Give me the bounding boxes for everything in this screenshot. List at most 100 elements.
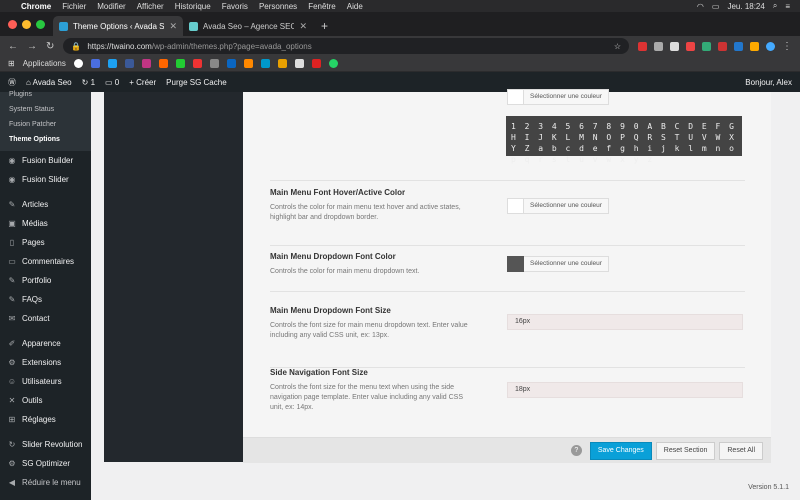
- save-changes-button[interactable]: Save Changes: [589, 441, 652, 460]
- extension-icon[interactable]: [670, 41, 679, 51]
- extension-icon[interactable]: [638, 41, 647, 51]
- menu-chrome[interactable]: Chrome: [21, 2, 51, 11]
- extension-icon[interactable]: [718, 41, 727, 51]
- search-icon[interactable]: ⌕: [773, 1, 777, 11]
- sidebar-item-slider-revolution[interactable]: ↻ Slider Revolution: [0, 435, 91, 454]
- menu-favoris[interactable]: Favoris: [222, 2, 248, 11]
- site-name: Avada Seo: [32, 77, 72, 87]
- pin-icon: ✎: [8, 295, 16, 304]
- wordpress-logo-icon[interactable]: Ⓦ: [8, 77, 16, 88]
- sidebar-item-portfolio[interactable]: ✎ Portfolio: [0, 271, 91, 290]
- bookmark-icon[interactable]: [107, 59, 117, 68]
- sidebar-item-utilisateurs[interactable]: ☺ Utilisateurs: [0, 372, 91, 391]
- reset-section-button[interactable]: Reset Section: [655, 441, 716, 460]
- menu-afficher[interactable]: Afficher: [137, 2, 164, 11]
- close-tab-icon[interactable]: ✕: [299, 21, 307, 32]
- new-content-link[interactable]: + Créer: [129, 78, 156, 87]
- bookmark-linkedin-icon[interactable]: [226, 59, 236, 68]
- bookmark-icon[interactable]: [158, 59, 168, 68]
- bookmark-icon[interactable]: [192, 59, 202, 68]
- bookmark-instagram-icon[interactable]: [141, 59, 151, 68]
- comment-icon: ▭: [8, 257, 16, 266]
- sidebar-item-pages[interactable]: ▯ Pages: [0, 233, 91, 252]
- menu-aide[interactable]: Aide: [347, 2, 363, 11]
- more-menu-icon[interactable]: ⋮: [782, 41, 792, 52]
- extension-icon[interactable]: [686, 41, 695, 51]
- apps-grid-icon[interactable]: ⊞: [8, 59, 15, 68]
- bookmark-facebook-icon[interactable]: [124, 59, 134, 68]
- side-nav-font-size-input[interactable]: 18px: [507, 382, 743, 398]
- sidebar-item-medias[interactable]: ▣ Médias: [0, 214, 91, 233]
- extension-icon[interactable]: [702, 41, 711, 51]
- submenu-item-system-status[interactable]: System Status: [0, 102, 91, 117]
- bookmark-icon[interactable]: [277, 59, 287, 68]
- bookmark-icon[interactable]: [90, 59, 100, 68]
- url-bar[interactable]: 🔒 https://twaino.com/wp-admin/themes.php…: [63, 38, 629, 54]
- sidebar-item-apparence[interactable]: ✐ Apparence: [0, 334, 91, 353]
- menu-historique[interactable]: Historique: [175, 2, 211, 11]
- sidebar-item-outils[interactable]: ✕ Outils: [0, 391, 91, 410]
- bookmark-icon[interactable]: [260, 59, 270, 68]
- maximize-window-button[interactable]: [36, 19, 45, 29]
- dropdown-color-picker[interactable]: Sélectionner une couleur: [507, 256, 609, 272]
- submenu-item-plugins[interactable]: Plugins: [0, 91, 91, 102]
- user-greeting[interactable]: Bonjour, Alex: [745, 78, 792, 87]
- sidebar-item-reglages[interactable]: ⊞ Réglages: [0, 410, 91, 429]
- sidebar-item-commentaires[interactable]: ▭ Commentaires: [0, 252, 91, 271]
- tab-avada-seo[interactable]: Avada Seo – Agence SEO ✕: [183, 16, 313, 36]
- dropdown-font-size-input[interactable]: 16px: [507, 314, 743, 330]
- reload-icon[interactable]: ↻: [46, 41, 54, 52]
- collapse-menu-button[interactable]: ◀ Réduire le menu: [0, 473, 91, 492]
- bookmark-whatsapp-icon[interactable]: [328, 59, 338, 68]
- clock[interactable]: Jeu. 18:24: [727, 2, 764, 11]
- close-window-button[interactable]: [8, 19, 17, 29]
- menu-list-icon[interactable]: ≡: [785, 2, 790, 11]
- wp-version: Version 5.1.1: [748, 484, 789, 491]
- option-side-nav-font-size: Side Navigation Font Size Controls the f…: [270, 368, 745, 437]
- font-color-picker[interactable]: Sélectionner une couleur: [507, 89, 609, 105]
- reset-all-button[interactable]: Reset All: [719, 441, 763, 460]
- bookmark-icon[interactable]: [243, 59, 253, 68]
- back-icon[interactable]: ←: [8, 41, 18, 52]
- menu-fenetre[interactable]: Fenêtre: [308, 2, 336, 11]
- sidebar-item-faqs[interactable]: ✎ FAQs: [0, 290, 91, 309]
- sidebar-item-sg-optimizer[interactable]: ⚙ SG Optimizer: [0, 454, 91, 473]
- hover-color-picker[interactable]: Sélectionner une couleur: [507, 198, 609, 214]
- sidebar-item-fusion-slider[interactable]: ◉ Fusion Slider: [0, 170, 91, 189]
- menu-modifier[interactable]: Modifier: [97, 2, 125, 11]
- minimize-window-button[interactable]: [22, 19, 31, 29]
- tab-theme-options[interactable]: Theme Options ‹ Avada Seo — ✕: [53, 16, 183, 36]
- extension-icon[interactable]: [654, 41, 663, 51]
- submenu-item-fusion-patcher[interactable]: Fusion Patcher: [0, 117, 91, 132]
- bookmark-icon[interactable]: [209, 59, 219, 68]
- tab-title: Avada Seo – Agence SEO: [203, 21, 295, 31]
- forward-icon[interactable]: →: [27, 41, 37, 52]
- new-tab-button[interactable]: +: [313, 16, 336, 36]
- updates-link[interactable]: ↻ 1: [82, 78, 95, 87]
- sidebar-item-contact[interactable]: ✉ Contact: [0, 309, 91, 328]
- bookmark-applications[interactable]: Applications: [23, 59, 66, 68]
- bookmark-google-icon[interactable]: [73, 59, 83, 68]
- menu-personnes[interactable]: Personnes: [259, 2, 297, 11]
- extension-icon[interactable]: [750, 41, 759, 51]
- select-color-button: Sélectionner une couleur: [524, 89, 609, 105]
- comments-link[interactable]: ▭ 0: [105, 78, 119, 87]
- sidebar-item-extensions[interactable]: ⚙ Extensions: [0, 353, 91, 372]
- battery-icon[interactable]: ▭: [712, 2, 720, 11]
- site-favicon-icon: [189, 21, 198, 31]
- profile-avatar-icon[interactable]: [766, 41, 775, 51]
- sidebar-item-fusion-builder[interactable]: ◉ Fusion Builder: [0, 151, 91, 170]
- bookmark-star-icon[interactable]: ☆: [614, 42, 621, 51]
- menu-fichier[interactable]: Fichier: [62, 2, 86, 11]
- close-tab-icon[interactable]: ✕: [169, 21, 177, 32]
- sidebar-item-articles[interactable]: ✎ Articles: [0, 195, 91, 214]
- submenu-item-theme-options[interactable]: Theme Options: [0, 132, 91, 147]
- site-name-link[interactable]: ⌂ Avada Seo: [26, 78, 72, 87]
- bookmark-icon[interactable]: [175, 59, 185, 68]
- purge-cache-link[interactable]: Purge SG Cache: [166, 78, 226, 87]
- extension-icon[interactable]: [734, 41, 743, 51]
- bookmark-icon[interactable]: [311, 59, 321, 68]
- bookmark-icon[interactable]: [294, 59, 304, 68]
- wifi-icon[interactable]: ◠: [697, 2, 704, 11]
- help-icon[interactable]: ?: [570, 445, 582, 456]
